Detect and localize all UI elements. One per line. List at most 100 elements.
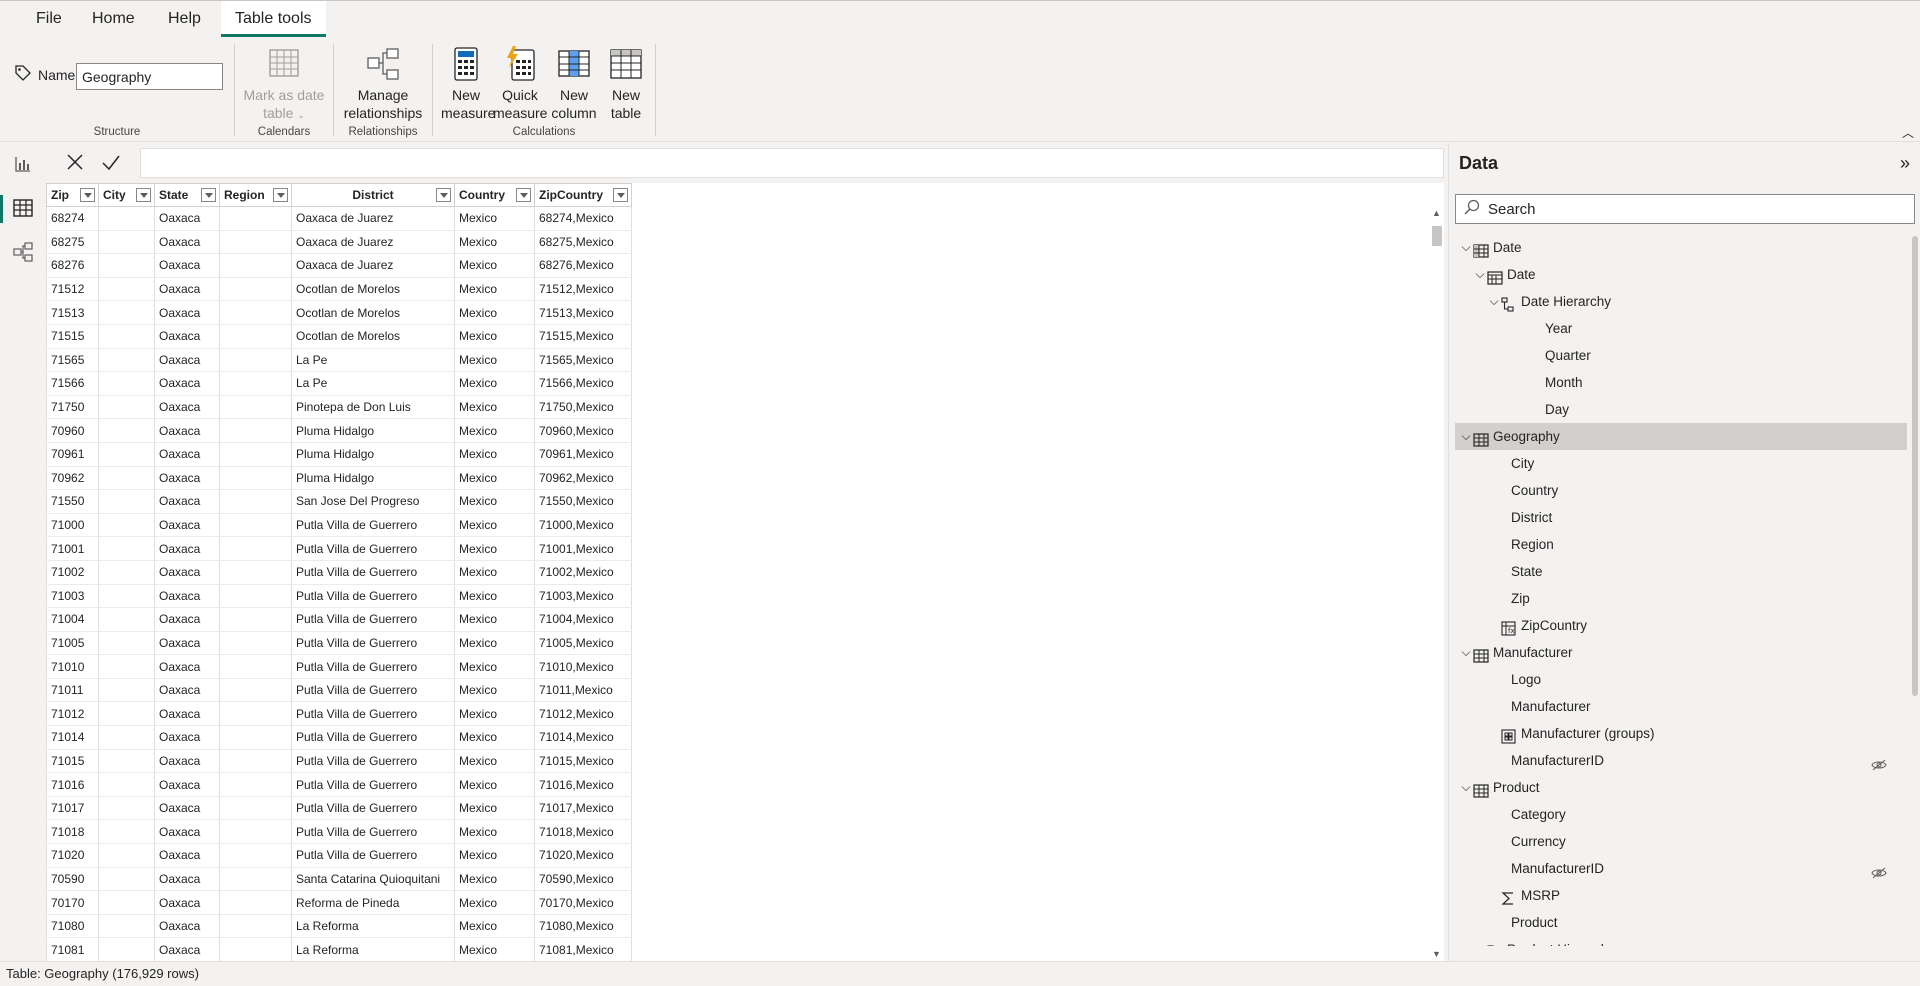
tree-field-node[interactable]: MSRP <box>1455 882 1907 909</box>
cell-state[interactable]: Oaxaca <box>154 371 220 396</box>
table-row[interactable]: 71010 Oaxaca Putla Villa de Guerrero Mexico… <box>46 654 632 679</box>
cell-city[interactable] <box>98 300 155 325</box>
cell-city[interactable] <box>98 253 155 278</box>
cell-region[interactable] <box>219 607 292 632</box>
cell-city[interactable] <box>98 206 155 231</box>
tree-table-node[interactable]: ⌵ Date <box>1455 234 1907 261</box>
cell-district[interactable]: La Pe <box>291 371 455 396</box>
menu-help[interactable]: Help <box>154 1 215 37</box>
cell-country[interactable]: Mexico <box>454 937 535 961</box>
cell-state[interactable]: Oaxaca <box>154 324 220 349</box>
tree-field-node[interactable]: Country <box>1455 477 1907 504</box>
cell-zipcountry[interactable]: 71000,Mexico <box>534 513 632 538</box>
cell-state[interactable]: Oaxaca <box>154 418 220 443</box>
chevron-down-icon[interactable]: ⌵ <box>1459 774 1473 801</box>
cell-district[interactable]: Putla Villa de Guerrero <box>291 513 455 538</box>
cell-district[interactable]: La Reforma <box>291 914 455 939</box>
cell-country[interactable]: Mexico <box>454 749 535 774</box>
column-header-country[interactable]: Country <box>454 183 535 207</box>
tree-field-node[interactable]: District <box>1455 504 1907 531</box>
cell-district[interactable]: Putla Villa de Guerrero <box>291 701 455 727</box>
cell-zipcountry[interactable]: 68276,Mexico <box>534 253 632 278</box>
cell-district[interactable]: Oaxaca de Juarez <box>291 253 455 278</box>
table-row[interactable]: 68274 Oaxaca Oaxaca de Juarez Mexico 68274,M… <box>46 206 632 231</box>
cell-zipcountry[interactable]: 71081,Mexico <box>534 937 632 961</box>
menu-home[interactable]: Home <box>78 1 149 37</box>
cell-region[interactable] <box>219 678 292 703</box>
table-row[interactable]: 71003 Oaxaca Putla Villa de Guerrero Mexico… <box>46 584 632 609</box>
cell-country[interactable]: Mexico <box>454 371 535 396</box>
cell-country[interactable]: Mexico <box>454 631 535 656</box>
scroll-up-icon[interactable]: ▲ <box>1432 208 1441 218</box>
cell-zipcountry[interactable]: 71015,Mexico <box>534 749 632 774</box>
cell-city[interactable] <box>98 749 155 774</box>
cell-region[interactable] <box>219 348 292 373</box>
cell-region[interactable] <box>219 253 292 278</box>
cell-region[interactable] <box>219 395 292 420</box>
cell-country[interactable]: Mexico <box>454 678 535 703</box>
cell-state[interactable]: Oaxaca <box>154 796 220 821</box>
cell-zip[interactable]: 71080 <box>46 914 99 939</box>
cell-country[interactable]: Mexico <box>454 607 535 632</box>
table-row[interactable]: 71081 Oaxaca La Reforma Mexico 71081,Mexico <box>46 937 632 961</box>
table-row[interactable]: 68276 Oaxaca Oaxaca de Juarez Mexico 68276,M… <box>46 253 632 278</box>
tree-field-node[interactable]: City <box>1455 450 1907 477</box>
cancel-formula-button[interactable] <box>62 150 88 176</box>
cell-district[interactable]: Putla Villa de Guerrero <box>291 678 455 703</box>
cell-region[interactable] <box>219 749 292 774</box>
mark-as-date-table-button[interactable]: Mark as date table ⌄ <box>235 46 333 124</box>
cell-region[interactable] <box>219 324 292 349</box>
cell-city[interactable] <box>98 489 155 514</box>
cell-region[interactable] <box>219 371 292 396</box>
cell-district[interactable]: Putla Villa de Guerrero <box>291 584 455 609</box>
tree-field-node[interactable]: Logo <box>1455 666 1907 693</box>
tree-field-node[interactable]: Day <box>1455 396 1907 423</box>
table-name-input[interactable] <box>76 63 223 90</box>
tree-field-node[interactable]: State <box>1455 558 1907 585</box>
cell-region[interactable] <box>219 418 292 443</box>
cell-region[interactable] <box>219 701 292 727</box>
data-pane-scrollbar[interactable] <box>1912 236 1918 696</box>
filter-dropdown-icon[interactable] <box>516 188 531 202</box>
column-header-city[interactable]: City <box>98 183 155 207</box>
filter-dropdown-icon[interactable] <box>80 188 95 202</box>
cell-district[interactable]: Oaxaca de Juarez <box>291 206 455 231</box>
report-view-button[interactable] <box>0 145 46 185</box>
cell-city[interactable] <box>98 466 155 491</box>
cell-region[interactable] <box>219 867 292 892</box>
cell-state[interactable]: Oaxaca <box>154 749 220 774</box>
tree-field-node[interactable]: Currency <box>1455 828 1907 855</box>
cell-zipcountry[interactable]: 68274,Mexico <box>534 206 632 231</box>
cell-country[interactable]: Mexico <box>454 701 535 727</box>
table-row[interactable]: 71016 Oaxaca Putla Villa de Guerrero Mexico… <box>46 772 632 797</box>
cell-country[interactable]: Mexico <box>454 513 535 538</box>
cell-city[interactable] <box>98 678 155 703</box>
cell-zip[interactable]: 68276 <box>46 253 99 278</box>
cell-zip[interactable]: 71012 <box>46 701 99 727</box>
cell-district[interactable]: La Pe <box>291 348 455 373</box>
table-view-button[interactable] <box>0 189 46 229</box>
tree-field-node[interactable]: ⌵ Date <box>1455 261 1907 288</box>
cell-zipcountry[interactable]: 71512,Mexico <box>534 277 632 302</box>
scroll-thumb[interactable] <box>1432 226 1442 246</box>
cell-city[interactable] <box>98 395 155 420</box>
cell-zipcountry[interactable]: 71016,Mexico <box>534 772 632 797</box>
cell-zip[interactable]: 68274 <box>46 206 99 231</box>
cell-state[interactable]: Oaxaca <box>154 513 220 538</box>
tree-field-node[interactable]: ⌵ Product Hierarchy <box>1455 936 1907 946</box>
menu-file[interactable]: File <box>22 1 76 37</box>
filter-dropdown-icon[interactable] <box>201 188 216 202</box>
cell-district[interactable]: Pinotepa de Don Luis <box>291 395 455 420</box>
cell-region[interactable] <box>219 466 292 491</box>
cell-state[interactable]: Oaxaca <box>154 631 220 656</box>
cell-zipcountry[interactable]: 71750,Mexico <box>534 395 632 420</box>
table-row[interactable]: 71015 Oaxaca Putla Villa de Guerrero Mexico… <box>46 749 632 774</box>
chevron-down-icon[interactable]: ⌵ <box>1459 234 1473 261</box>
column-header-zip[interactable]: Zip <box>46 183 99 207</box>
cell-zip[interactable]: 71081 <box>46 937 99 961</box>
cell-state[interactable]: Oaxaca <box>154 867 220 892</box>
cell-zipcountry[interactable]: 71565,Mexico <box>534 348 632 373</box>
tree-field-node[interactable]: fx ZipCountry <box>1455 612 1907 639</box>
cell-zipcountry[interactable]: 70170,Mexico <box>534 890 632 915</box>
cell-state[interactable]: Oaxaca <box>154 300 220 325</box>
